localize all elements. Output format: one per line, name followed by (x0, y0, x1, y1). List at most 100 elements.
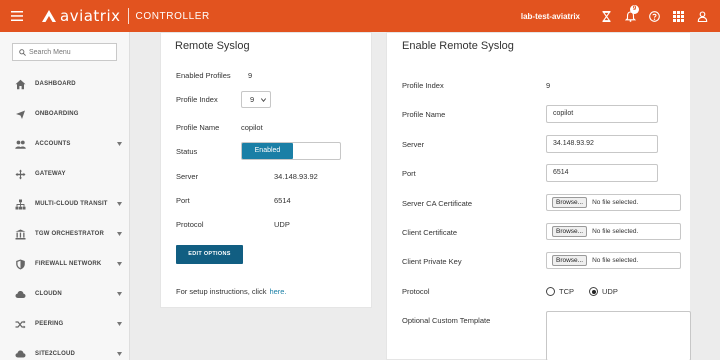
profile-name-value: copilot (241, 123, 263, 132)
client-private-key-label: Client Private Key (402, 257, 462, 266)
protocol-radio-group: TCP UDP (546, 287, 618, 296)
status-label: Status (176, 147, 198, 156)
account-name[interactable]: lab-test-aviatrix (521, 12, 580, 21)
sidebar-item-label: ACCOUNTS (35, 141, 71, 147)
remote-syslog-card: Remote Syslog Enabled Profiles 9 Profile… (160, 32, 372, 308)
profile-name-label: Profile Name (402, 110, 446, 119)
users-icon (13, 139, 27, 150)
client-private-key-file-input[interactable]: Browse... No file selected. (546, 252, 681, 269)
network-tree-icon (13, 199, 27, 210)
sidebar-item-label: SITE2CLOUD (35, 351, 76, 357)
chevron-down-icon (117, 202, 122, 206)
port-field[interactable]: 6514 (546, 164, 658, 182)
gateway-icon (13, 169, 27, 180)
browse-button[interactable]: Browse... (552, 226, 588, 237)
building-icon (13, 229, 27, 240)
custom-template-label: Optional Custom Template (402, 316, 491, 325)
client-certificate-label: Client Certificate (402, 228, 458, 237)
sidebar-item-label: MULTI-CLOUD TRANSIT (35, 201, 108, 207)
protocol-tcp-label: TCP (559, 287, 574, 296)
bell-icon[interactable]: 9 (618, 0, 642, 32)
server-ca-certificate-label: Server CA Certificate (402, 199, 473, 208)
menu-icon[interactable] (0, 0, 34, 32)
hourglass-icon[interactable] (594, 0, 618, 32)
airplane-icon (13, 109, 27, 120)
sidebar-item-label: CLOUDN (35, 291, 62, 297)
site-cloud-icon (13, 349, 27, 360)
sidebar-item-label: ONBOARDING (35, 111, 79, 117)
server-ca-certificate-file-input[interactable]: Browse... No file selected. (546, 194, 681, 211)
protocol-udp-radio[interactable] (589, 287, 598, 296)
profile-index-selected: 9 (250, 95, 255, 104)
profile-name-field[interactable]: copilot (546, 105, 658, 123)
chevron-down-icon (117, 322, 122, 326)
chevron-down-icon (117, 292, 122, 296)
search-placeholder: Search Menu (29, 48, 71, 56)
server-field[interactable]: 34.148.93.92 (546, 135, 658, 153)
protocol-label: Protocol (402, 287, 430, 296)
top-bar: aviatrix CONTROLLER lab-test-aviatrix 9 (0, 0, 720, 32)
chevron-down-icon (117, 262, 122, 266)
protocol-udp-label: UDP (602, 287, 618, 296)
sidebar-item-label: GATEWAY (35, 171, 66, 177)
protocol-label: Protocol (176, 220, 204, 229)
server-value: 34.148.93.92 (274, 172, 318, 181)
notification-badge: 9 (630, 5, 639, 14)
apps-grid-icon[interactable] (666, 0, 690, 32)
browse-button[interactable]: Browse... (552, 197, 588, 208)
sidebar-item-cloudn[interactable]: CLOUDN (0, 279, 129, 309)
sidebar-item-label: PEERING (35, 321, 64, 327)
profile-name-label: Profile Name (176, 123, 220, 132)
remote-syslog-title: Remote Syslog (175, 40, 250, 52)
enabled-profiles-label: Enabled Profiles (176, 71, 231, 80)
sidebar-item-dashboard[interactable]: DASHBOARD (0, 69, 129, 99)
chevron-down-icon (117, 232, 122, 236)
chevron-down-icon (117, 352, 122, 356)
sidebar-item-label: TGW ORCHESTRATOR (35, 231, 104, 237)
aviatrix-logo[interactable]: aviatrix CONTROLLER (42, 7, 210, 25)
sidebar-item-peering[interactable]: PEERING (0, 309, 129, 339)
edit-options-button[interactable]: EDIT OPTIONS (176, 245, 243, 264)
setup-instructions: For setup instructions, click here. (176, 287, 287, 296)
server-label: Server (402, 140, 425, 149)
file-status: No file selected. (592, 228, 639, 235)
sidebar-item-label: FIREWALL NETWORK (35, 261, 102, 267)
server-label: Server (176, 172, 199, 181)
help-icon[interactable] (642, 0, 666, 32)
brand-name: aviatrix (60, 7, 121, 25)
enable-remote-syslog-card: Enable Remote Syslog Profile Index 9 Pro… (386, 32, 691, 360)
sidebar-item-accounts[interactable]: ACCOUNTS (0, 129, 129, 159)
sidebar-item-tgw-orchestrator[interactable]: TGW ORCHESTRATOR (0, 219, 129, 249)
setup-instructions-text: For setup instructions, click (176, 287, 267, 296)
home-icon (13, 79, 27, 90)
aviatrix-logo-icon (42, 10, 56, 22)
profile-index-label: Profile Index (402, 81, 444, 90)
profile-index-select[interactable]: 9 (241, 91, 271, 108)
search-icon (19, 48, 26, 56)
sidebar-item-site2cloud[interactable]: SITE2CLOUD (0, 339, 129, 360)
profile-index-value: 9 (546, 81, 551, 90)
profile-index-label: Profile Index (176, 95, 218, 104)
protocol-value: UDP (274, 220, 290, 229)
product-name: CONTROLLER (135, 10, 210, 22)
shield-icon (13, 259, 27, 270)
port-value: 6514 (274, 196, 291, 205)
enable-remote-syslog-title: Enable Remote Syslog (402, 40, 514, 52)
cloud-icon (13, 289, 27, 300)
enabled-profiles-value: 9 (248, 71, 253, 80)
sidebar-item-firewall-network[interactable]: FIREWALL NETWORK (0, 249, 129, 279)
user-icon[interactable] (690, 0, 714, 32)
sidebar-item-gateway[interactable]: GATEWAY (0, 159, 129, 189)
client-certificate-file-input[interactable]: Browse... No file selected. (546, 223, 681, 240)
custom-template-textarea[interactable] (546, 311, 691, 360)
setup-instructions-link[interactable]: here. (269, 287, 286, 296)
search-input[interactable]: Search Menu (12, 43, 117, 61)
sidebar-item-onboarding[interactable]: ONBOARDING (0, 99, 129, 129)
sidebar-item-multi-cloud-transit[interactable]: MULTI-CLOUD TRANSIT (0, 189, 129, 219)
browse-button[interactable]: Browse... (552, 255, 588, 266)
file-status: No file selected. (592, 199, 639, 206)
sidebar-item-label: DASHBOARD (35, 81, 76, 87)
status-toggle[interactable]: Enabled (241, 142, 341, 160)
protocol-tcp-radio[interactable] (546, 287, 555, 296)
file-status: No file selected. (592, 257, 639, 264)
